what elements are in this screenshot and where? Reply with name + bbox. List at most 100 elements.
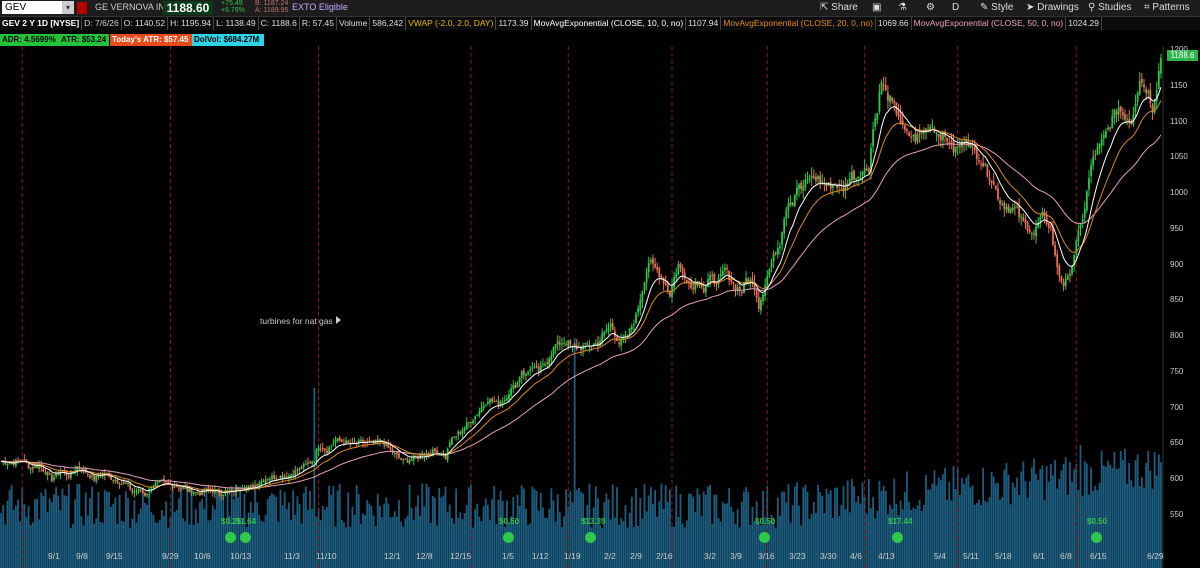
- dividend-icon[interactable]: [1091, 532, 1102, 543]
- gear-icon[interactable]: ⚙: [926, 1, 935, 14]
- chart-type-icon[interactable]: ▣: [872, 1, 881, 14]
- candle-body: [120, 483, 123, 485]
- volume-bar: [29, 525, 32, 568]
- candle-body: [493, 401, 496, 403]
- volume-bar: [914, 509, 917, 568]
- dividend-icon[interactable]: [225, 532, 236, 543]
- volume-bar: [476, 503, 479, 568]
- ema20-label: MovAvgExponential (CLOSE, 20, 0, no): [721, 17, 876, 30]
- candle-body: [398, 453, 400, 458]
- patterns-button[interactable]: ⌗ Patterns: [1144, 1, 1190, 14]
- candle-body: [884, 85, 887, 91]
- candle-body: [1033, 233, 1035, 235]
- volume-bar: [1119, 451, 1122, 568]
- volume-bar: [753, 521, 756, 568]
- candle-body: [410, 459, 413, 461]
- candle-body: [1039, 217, 1042, 222]
- candle-body: [804, 179, 807, 188]
- candle-body: [641, 290, 644, 302]
- dividend-icon[interactable]: [892, 532, 903, 543]
- volume-bar: [870, 508, 872, 568]
- chart-annotation[interactable]: turbines for nat gas: [260, 316, 333, 326]
- dividend-icon[interactable]: [503, 532, 514, 543]
- volume-bar: [912, 507, 915, 568]
- volume-bar: [480, 521, 483, 568]
- candle-body: [891, 97, 894, 101]
- candle-body: [1115, 111, 1118, 115]
- candle-body: [336, 438, 339, 441]
- candle-body: [53, 477, 55, 481]
- candle-body: [639, 300, 642, 311]
- candle-body: [783, 218, 786, 234]
- candle-body: [732, 281, 735, 284]
- flask-icon[interactable]: ⚗: [898, 1, 907, 14]
- volume-bar: [400, 521, 402, 568]
- volume-bar: [82, 525, 85, 568]
- candle-body: [552, 347, 555, 356]
- volume-bar: [122, 521, 125, 568]
- candle-body: [1001, 203, 1004, 205]
- candle-body: [982, 162, 985, 167]
- candle-body: [859, 177, 862, 179]
- studies-button[interactable]: ⚲ Studies: [1088, 1, 1131, 14]
- volume-bar: [486, 504, 489, 568]
- period-button[interactable]: D: [952, 1, 959, 14]
- volume-bar: [65, 496, 68, 568]
- volume-bar: [129, 527, 132, 568]
- candle-body: [1020, 217, 1023, 219]
- symbol-dropdown-icon[interactable]: ▾: [62, 1, 74, 14]
- volume-bar: [192, 524, 195, 568]
- candle-body: [495, 400, 498, 402]
- volume-bar: [474, 509, 477, 568]
- x-axis-tick-label: 1/5: [502, 551, 514, 561]
- candle-body: [264, 479, 267, 483]
- price-chart[interactable]: [0, 46, 1200, 568]
- candle-body: [563, 343, 565, 345]
- candle-body: [463, 427, 466, 431]
- volume-bar: [594, 486, 597, 568]
- x-axis-tick-label: 6/15: [1090, 551, 1107, 561]
- candle-body: [338, 437, 341, 441]
- candle-body: [309, 462, 311, 464]
- volume-bar: [812, 501, 815, 568]
- volume-bar: [125, 491, 127, 568]
- symbol-link-icon[interactable]: [77, 2, 87, 14]
- volume-bar: [717, 518, 720, 568]
- volume-bar: [186, 484, 189, 568]
- volume-bar: [137, 514, 140, 568]
- volume-bar: [952, 466, 955, 568]
- candle-body: [334, 439, 337, 443]
- volume-bar: [362, 513, 364, 568]
- drawings-button[interactable]: ➤ Drawings: [1026, 1, 1079, 14]
- volume-bar: [724, 503, 726, 568]
- dividend-icon[interactable]: [585, 532, 596, 543]
- candle-body: [1026, 221, 1029, 231]
- candle-body: [99, 476, 102, 478]
- price-change: +75.49 +6.78%: [221, 0, 245, 14]
- candle-body: [1111, 116, 1114, 129]
- candle-body: [6, 464, 9, 466]
- candle-body: [522, 370, 525, 375]
- candle-body: [853, 170, 855, 180]
- dividend-icon[interactable]: [759, 532, 770, 543]
- candle-body: [36, 465, 38, 468]
- volume-bar: [300, 523, 303, 568]
- share-button[interactable]: ⇱ Share: [820, 1, 858, 14]
- candle-body: [180, 487, 182, 489]
- candle-body: [950, 140, 953, 142]
- volume-bar: [258, 514, 261, 568]
- volume-bar: [368, 503, 371, 568]
- candle-body: [499, 401, 502, 405]
- candle-body: [709, 275, 712, 281]
- candle-body: [531, 367, 534, 369]
- volume-bar: [1111, 468, 1114, 568]
- volume-bar: [188, 524, 191, 568]
- volume-bar: [1047, 482, 1050, 568]
- candle-body: [131, 489, 134, 493]
- style-button[interactable]: ✎ Style: [980, 1, 1013, 14]
- volume-bar: [42, 495, 45, 568]
- candle-body: [948, 142, 951, 144]
- dividend-icon[interactable]: [240, 532, 251, 543]
- volume-bar: [1109, 464, 1112, 568]
- candle-body: [605, 330, 608, 332]
